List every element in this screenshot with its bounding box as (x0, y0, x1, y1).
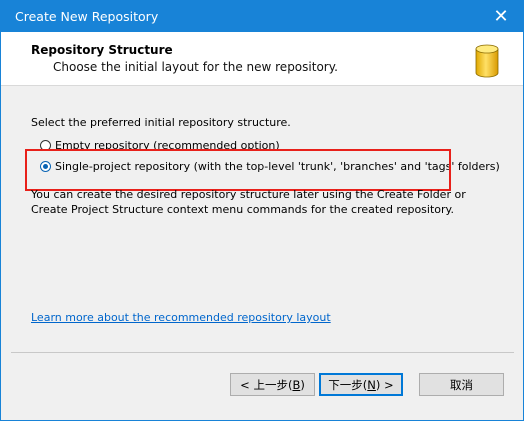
cancel-label: 取消 (450, 377, 473, 392)
back-accesskey: B (292, 377, 301, 392)
create-repository-dialog: Create New Repository ✕ Repository Struc… (0, 0, 524, 421)
database-icon (475, 44, 499, 78)
title-bar: Create New Repository ✕ (1, 1, 523, 32)
next-label-end: ) > (375, 377, 394, 392)
empty-repository-option[interactable]: Empty repository (recommended option) (40, 139, 280, 152)
single-project-repository-option[interactable]: Single-project repository (with the top-… (40, 160, 500, 173)
back-label: < 上一步( (240, 377, 293, 392)
instructions-text: Select the preferred initial repository … (31, 116, 291, 129)
next-label: 下一步( (328, 377, 368, 392)
wizard-header: Repository Structure Choose the initial … (1, 32, 523, 86)
radio-button[interactable] (40, 140, 51, 151)
wizard-content: Select the preferred initial repository … (1, 86, 523, 342)
option-label: Single-project repository (with the top-… (55, 160, 500, 173)
next-accesskey: N (367, 377, 376, 392)
next-button[interactable]: 下一步(N) > (319, 373, 403, 396)
radio-button-selected[interactable] (40, 161, 51, 172)
close-button[interactable]: ✕ (479, 1, 523, 32)
page-title: Repository Structure (31, 43, 173, 57)
footer-separator (11, 352, 514, 353)
back-button[interactable]: < 上一步(B) (230, 373, 315, 396)
learn-more-link[interactable]: Learn more about the recommended reposit… (31, 311, 331, 324)
close-icon: ✕ (493, 6, 509, 27)
cancel-button[interactable]: 取消 (419, 373, 504, 396)
window-title: Create New Repository (15, 9, 159, 24)
page-subtitle: Choose the initial layout for the new re… (53, 60, 338, 74)
structure-note: You can create the desired repository st… (31, 188, 466, 216)
option-label: Empty repository (recommended option) (55, 139, 280, 152)
back-label-end: ) (300, 377, 305, 392)
